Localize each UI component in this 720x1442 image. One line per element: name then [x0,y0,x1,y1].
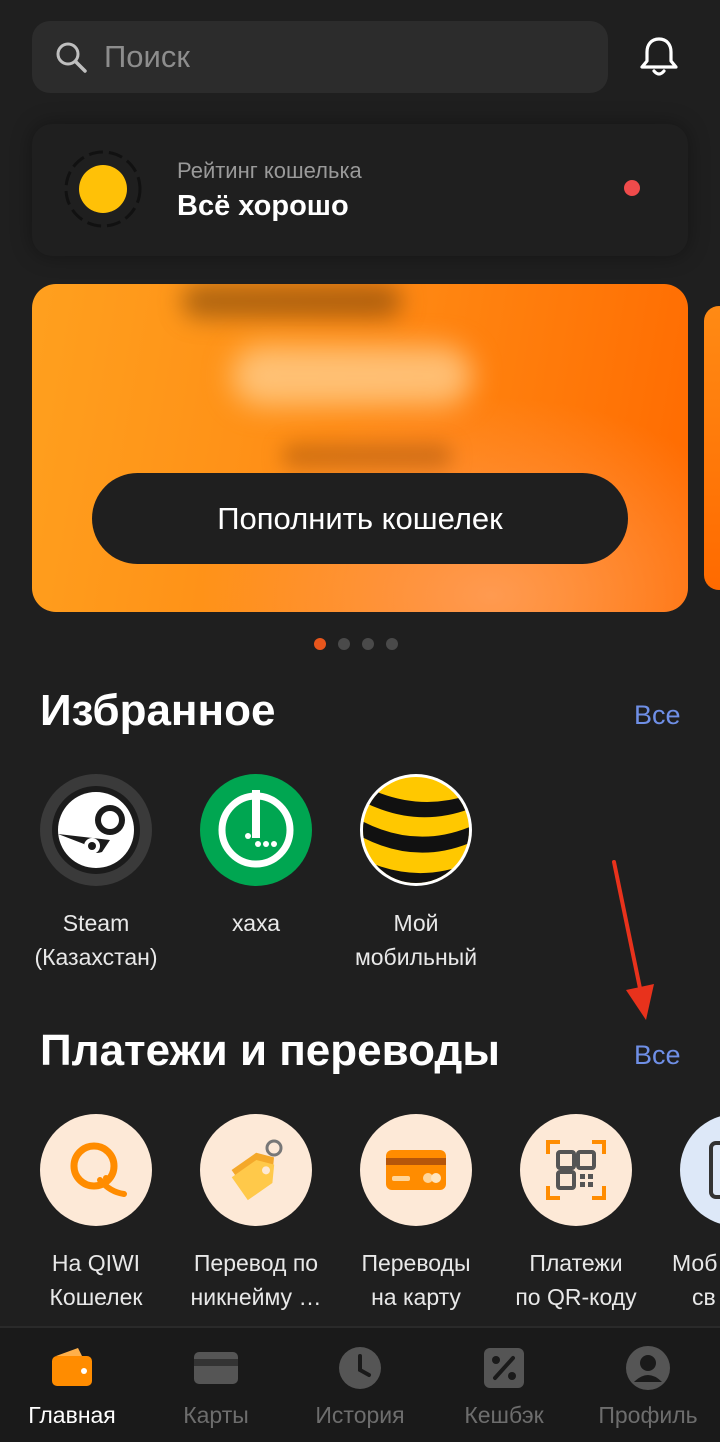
wallet-rating-card[interactable]: Рейтинг кошелька Всё хорошо [32,124,688,256]
percent-icon [484,1348,524,1388]
cards-icon [194,1352,238,1384]
topup-wallet-button[interactable]: Пополнить кошелек [92,473,628,564]
bottom-navigation: Главная Карты История Кешбэк Профиль [0,1326,720,1442]
qr-icon [520,1114,632,1226]
nav-label: Карты [183,1402,249,1428]
phone-icon [680,1114,720,1226]
clock-icon [339,1347,381,1389]
page-dot[interactable] [386,638,398,650]
nav-item-profile[interactable]: Профиль [576,1328,720,1442]
carousel-pagination [314,638,398,650]
wallet-icon [52,1348,92,1386]
notification-dot [624,180,640,196]
payment-label: Переводы на карту [361,1250,471,1310]
rating-gauge-icon [64,150,142,228]
profile-icon [626,1346,670,1390]
next-card-peek[interactable] [704,306,720,590]
payment-item-qr[interactable]: Платежи по QR-коду [496,1114,656,1314]
beeline-icon [360,774,472,886]
rating-status: Всё хорошо [177,190,349,222]
blurred-caption [282,444,452,468]
blurred-balance [232,346,472,406]
tag-icon [200,1114,312,1226]
search-icon [56,42,87,73]
favorite-item-megafon[interactable]: хаха [176,774,336,940]
favorite-item-beeline[interactable]: Мой мобильный [336,774,496,974]
megafon-icon [200,774,312,886]
payment-item-qiwi[interactable]: На QIWI Кошелек [16,1114,176,1314]
payments-title: Платежи и переводы [40,1026,500,1075]
payments-all-link[interactable]: Все [634,1040,681,1071]
rating-subtitle: Рейтинг кошелька [177,158,362,183]
payment-label: Перевод по никнейму … [190,1250,322,1310]
favorite-label: хаха [231,910,281,936]
search-bar[interactable]: Поиск [32,21,608,93]
page-dot[interactable] [338,638,350,650]
payment-label: Платежи по QR-коду [515,1250,637,1310]
bell-icon[interactable] [636,34,682,80]
steam-icon [40,774,152,886]
nav-label: Кешбэк [464,1402,544,1428]
payment-item-card-transfer[interactable]: Переводы на карту [336,1114,496,1314]
search-input[interactable]: Поиск [104,39,190,75]
blurred-label [182,284,402,318]
payment-item-nickname-transfer[interactable]: Перевод по никнейму … [176,1114,336,1314]
nav-item-cards[interactable]: Карты [144,1328,288,1442]
payment-item-mobile[interactable]: Моб св [656,1114,720,1314]
nav-item-home[interactable]: Главная [0,1328,144,1442]
payment-label: Моб св [672,1250,718,1310]
nav-item-cashback[interactable]: Кешбэк [432,1328,576,1442]
payment-label: На QIWI Кошелек [49,1250,143,1310]
page-dot-active[interactable] [314,638,326,650]
nav-label: Главная [28,1402,116,1428]
favorites-title: Избранное [40,686,276,735]
favorite-item-steam[interactable]: Steam (Казахстан) [16,774,176,974]
red-arrow-annotation [612,860,654,1020]
nav-label: Профиль [598,1402,698,1428]
favorite-label: Steam (Казахстан) [34,910,158,970]
favorite-label: Мой мобильный [354,910,478,970]
card-icon [360,1114,472,1226]
page-dot[interactable] [362,638,374,650]
favorites-all-link[interactable]: Все [634,700,681,731]
balance-card[interactable]: Пополнить кошелек [32,284,688,612]
nav-item-history[interactable]: История [288,1328,432,1442]
nav-label: История [315,1402,405,1428]
qiwi-icon [40,1114,152,1226]
